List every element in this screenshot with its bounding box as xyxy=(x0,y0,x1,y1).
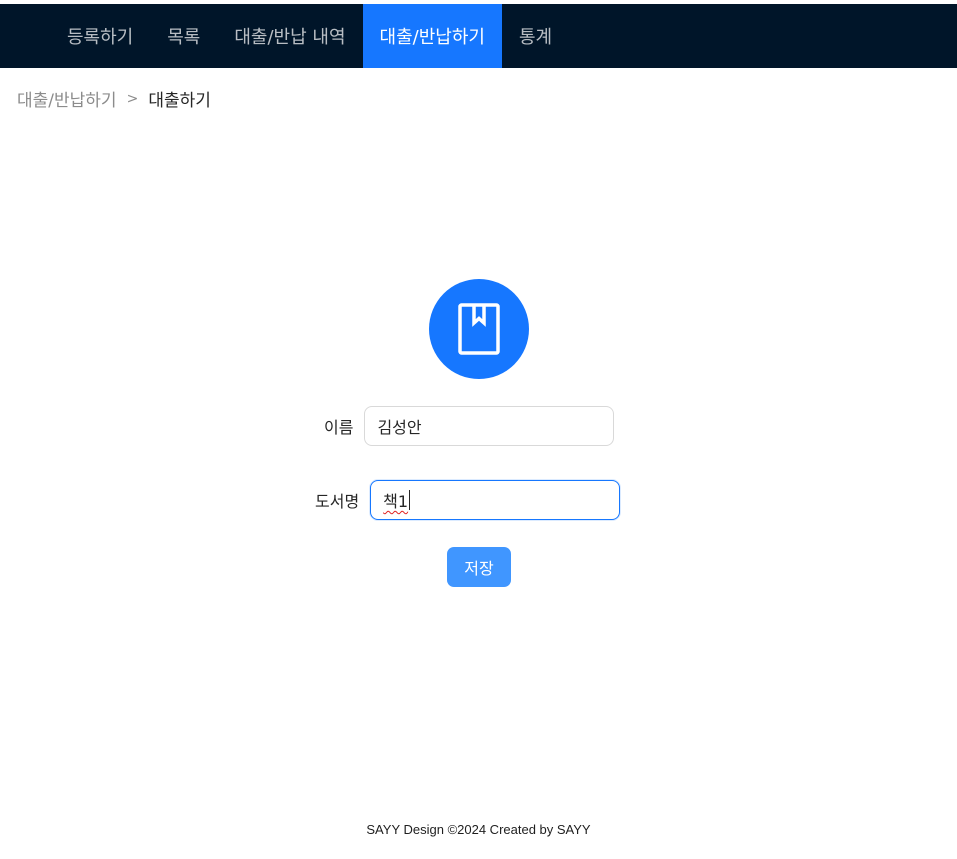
nav-item-statistics[interactable]: 통계 xyxy=(502,4,569,68)
nav-item-loan-return[interactable]: 대출/반납하기 xyxy=(362,4,502,68)
breadcrumb-separator: > xyxy=(126,90,139,107)
text-caret xyxy=(409,490,411,510)
name-input-value: 김성안 xyxy=(377,418,422,437)
breadcrumb-current: 대출하기 xyxy=(148,91,211,111)
book-title-form-row: 도서명 책1 xyxy=(315,480,621,520)
breadcrumb: 대출/반납하기 > 대출하기 xyxy=(17,86,211,112)
footer-copyright: SAYY Design ©2024 Created by SAYY xyxy=(366,822,591,837)
book-title-input-value: 책1 xyxy=(383,492,409,511)
book-title-input[interactable]: 책1 xyxy=(370,480,621,520)
nav-item-list[interactable]: 목록 xyxy=(150,4,217,68)
name-input[interactable]: 김성안 xyxy=(364,406,615,446)
save-button[interactable]: 저장 xyxy=(447,547,511,587)
book-avatar xyxy=(429,279,529,379)
book-icon xyxy=(458,303,500,355)
name-label: 이름 xyxy=(324,418,354,437)
top-navigation-bar: 등록하기 목록 대출/반납 내역 대출/반납하기 통계 xyxy=(0,4,957,68)
nav-item-loan-history[interactable]: 대출/반납 내역 xyxy=(217,4,362,68)
name-form-row: 이름 김성안 xyxy=(324,406,615,446)
breadcrumb-parent[interactable]: 대출/반납하기 xyxy=(17,86,117,111)
book-title-label: 도서명 xyxy=(315,492,360,511)
main-menu: 등록하기 목록 대출/반납 내역 대출/반납하기 통계 xyxy=(50,4,569,68)
nav-item-register[interactable]: 등록하기 xyxy=(50,4,150,68)
